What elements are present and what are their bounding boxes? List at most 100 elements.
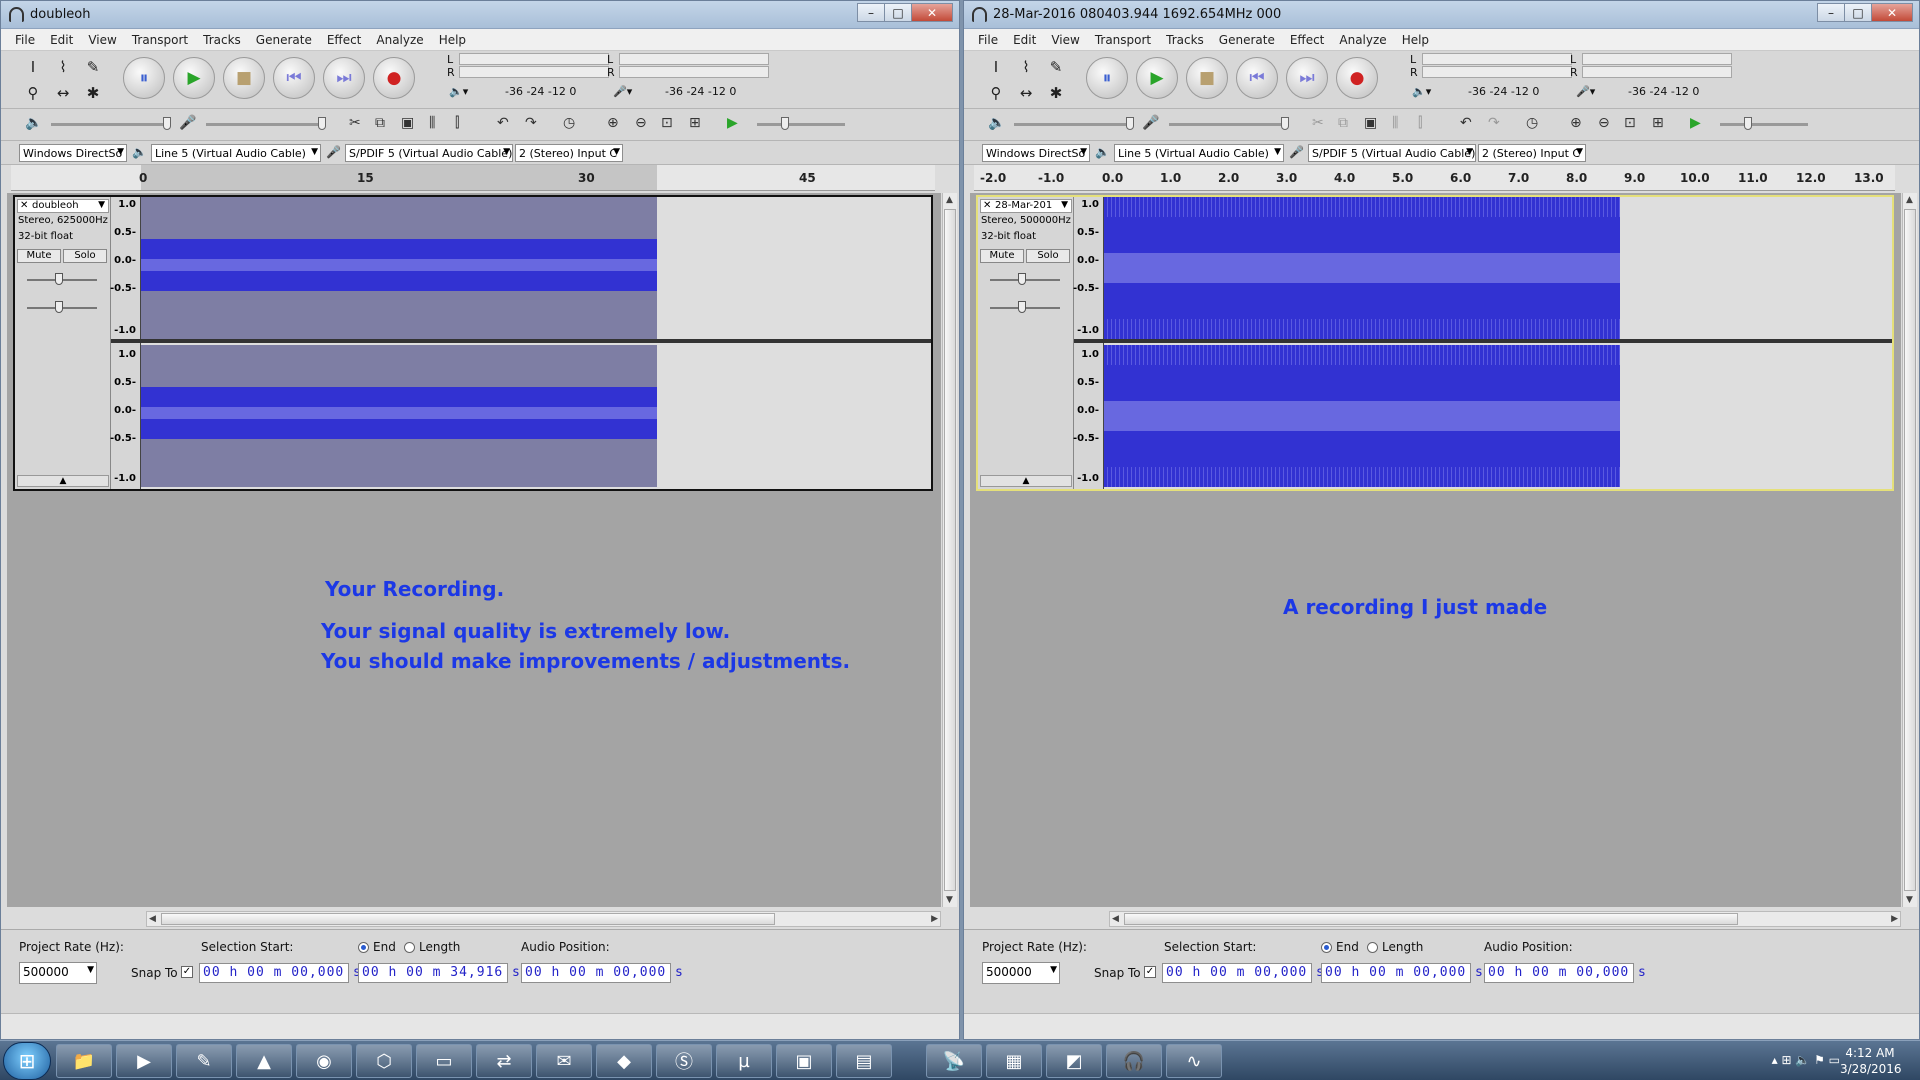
scroll-thumb[interactable] (1124, 913, 1738, 925)
vertical-scrollbar[interactable]: ▲ ▼ (942, 193, 957, 907)
end-radio[interactable] (1321, 942, 1332, 953)
playback-device-select[interactable]: Line 5 (Virtual Audio Cable) ▼ (1114, 144, 1284, 162)
horizontal-scrollbar[interactable]: ◀ ▶ (1109, 911, 1901, 927)
maximize-button[interactable]: □ (884, 3, 912, 22)
sdr-radio-icon[interactable]: 📡 (926, 1044, 982, 1078)
minimize-button[interactable]: – (1817, 3, 1845, 22)
copy-icon[interactable]: ⧉ (1338, 115, 1348, 131)
collapse-track-button[interactable]: ▲ (17, 475, 109, 487)
trim-icon[interactable]: ⫼ (1392, 115, 1398, 131)
trim-icon[interactable]: ⫼ (429, 115, 435, 131)
recording-volume-slider[interactable] (1169, 117, 1289, 130)
cut-icon[interactable]: ✂ (1312, 115, 1324, 131)
length-radio[interactable] (1367, 942, 1378, 953)
silence-icon[interactable]: ⫿ (455, 115, 459, 131)
playback-volume-slider[interactable] (1014, 117, 1134, 130)
scroll-left-icon[interactable]: ◀ (1112, 914, 1119, 924)
zoom-tool-icon[interactable]: ⚲ (19, 81, 47, 105)
timeline-ruler[interactable]: -2.0 -1.0 0.0 1.0 2.0 3.0 4.0 5.0 6.0 7.… (974, 165, 1895, 191)
selection-start-field[interactable]: 00 h 00 m 00,000 s (199, 963, 361, 983)
vertical-scale[interactable]: 1.0 0.5- 0.0- -0.5- -1.0 1.0 0.5- 0.0- -… (110, 197, 141, 489)
envelope-tool-icon[interactable]: ⌇ (1012, 55, 1040, 79)
system-tray[interactable]: ▴ ⊞ 🔈 ⚑ ▭ (1772, 1053, 1840, 1067)
mute-button[interactable]: Mute (980, 249, 1024, 263)
scroll-up-icon[interactable]: ▲ (946, 195, 953, 205)
record-meter-r[interactable] (619, 66, 769, 78)
recording-device-select[interactable]: S/PDIF 5 (Virtual Audio Cable) ▼ (1308, 144, 1476, 162)
window-icon[interactable]: ▤ (836, 1044, 892, 1078)
multi-tool-icon[interactable]: ✱ (79, 81, 107, 105)
menu-generate[interactable]: Generate (1219, 33, 1275, 47)
selection-tool-icon[interactable]: I (982, 55, 1010, 79)
scroll-up-icon[interactable]: ▲ (1906, 195, 1913, 205)
minimize-button[interactable]: – (857, 3, 885, 22)
skip-to-end-button[interactable]: ⏭ (323, 57, 365, 99)
menu-file[interactable]: File (978, 33, 998, 47)
timeshift-tool-icon[interactable]: ↔ (1012, 81, 1040, 105)
scroll-thumb[interactable] (1904, 209, 1916, 891)
record-button[interactable]: ● (373, 57, 415, 99)
close-track-icon[interactable]: ✕ (20, 200, 28, 211)
audio-track[interactable]: ✕ 28-Mar-201 ▼ Stereo, 500000Hz 32-bit flo… (976, 195, 1894, 491)
app-icon[interactable]: ▦ (986, 1044, 1042, 1078)
paste-icon[interactable]: ▣ (401, 115, 414, 131)
fit-project-icon[interactable]: ⊞ (1652, 115, 1664, 131)
vertical-scale[interactable]: 1.0 0.5- 0.0- -0.5- -1.0 1.0 0.5- 0.0- -… (1073, 197, 1104, 489)
zoom-tool-icon[interactable]: ⚲ (982, 81, 1010, 105)
waveform-channel-left[interactable] (1104, 197, 1892, 339)
menu-view[interactable]: View (1051, 33, 1079, 47)
menu-view[interactable]: View (88, 33, 116, 47)
file-explorer-icon[interactable]: 📁 (56, 1044, 112, 1078)
app-icon[interactable]: ∿ (1166, 1044, 1222, 1078)
recording-volume-slider[interactable] (206, 117, 326, 130)
paste-icon[interactable]: ▣ (1364, 115, 1377, 131)
project-rate-select[interactable]: 500000 ▼ (982, 962, 1060, 984)
start-button[interactable]: ⊞ (3, 1042, 51, 1080)
microphone-icon[interactable]: 🎤▾ (613, 85, 632, 98)
menu-generate[interactable]: Generate (256, 33, 312, 47)
microphone-icon[interactable]: 🎤▾ (1576, 85, 1595, 98)
redo-icon[interactable]: ↷ (1488, 115, 1500, 131)
timeline-ruler[interactable]: 0 15 30 45 (11, 165, 935, 191)
menu-help[interactable]: Help (1402, 33, 1429, 47)
window-icon[interactable]: ▣ (776, 1044, 832, 1078)
clock[interactable]: 4:12 AM 3/28/2016 (1840, 1045, 1902, 1077)
track-area[interactable]: ✕ 28-Mar-201 ▼ Stereo, 500000Hz 32-bit flo… (970, 193, 1901, 907)
chrome-icon[interactable]: ◉ (296, 1044, 352, 1078)
channels-select[interactable]: 2 (Stereo) Input C ▼ (515, 144, 623, 162)
pause-button[interactable]: ⏸ (1086, 57, 1128, 99)
title-bar[interactable]: 28-Mar-2016 080403.944 1692.654MHz 000 –… (964, 1, 1919, 29)
zoom-out-icon[interactable]: ⊖ (635, 115, 647, 131)
close-button[interactable]: ✕ (911, 3, 953, 22)
zoom-in-icon[interactable]: ⊕ (607, 115, 619, 131)
utorrent-icon[interactable]: µ (716, 1044, 772, 1078)
fit-selection-icon[interactable]: ⊡ (1624, 115, 1636, 131)
scroll-left-icon[interactable]: ◀ (149, 914, 156, 924)
close-track-icon[interactable]: ✕ (983, 200, 991, 211)
audacity-taskbar-icon[interactable]: 🎧 (1106, 1044, 1162, 1078)
vlc-icon[interactable]: ▲ (236, 1044, 292, 1078)
waveform-channel-right[interactable] (141, 345, 931, 487)
undo-icon[interactable]: ↶ (1460, 115, 1472, 131)
collapse-track-button[interactable]: ▲ (980, 475, 1072, 487)
menu-effect[interactable]: Effect (327, 33, 362, 47)
gain-slider[interactable] (27, 273, 97, 285)
media-player-icon[interactable]: ▶ (116, 1044, 172, 1078)
playback-meter-r[interactable] (1422, 66, 1572, 78)
zoom-in-icon[interactable]: ⊕ (1570, 115, 1582, 131)
playback-meter-r[interactable] (459, 66, 609, 78)
scroll-down-icon[interactable]: ▼ (1906, 895, 1913, 905)
record-meter-l[interactable] (1582, 53, 1732, 65)
scroll-down-icon[interactable]: ▼ (946, 895, 953, 905)
speaker-icon[interactable]: 🔈▾ (449, 85, 468, 98)
stop-button[interactable]: ■ (1186, 57, 1228, 99)
zoom-out-icon[interactable]: ⊖ (1598, 115, 1610, 131)
play-button[interactable]: ▶ (173, 57, 215, 99)
maximize-button[interactable]: □ (1844, 3, 1872, 22)
skip-to-start-button[interactable]: ⏮ (273, 57, 315, 99)
menu-tracks[interactable]: Tracks (1166, 33, 1204, 47)
thunderbird-icon[interactable]: ✉ (536, 1044, 592, 1078)
menu-effect[interactable]: Effect (1290, 33, 1325, 47)
skip-to-end-button[interactable]: ⏭ (1286, 57, 1328, 99)
menu-tracks[interactable]: Tracks (203, 33, 241, 47)
